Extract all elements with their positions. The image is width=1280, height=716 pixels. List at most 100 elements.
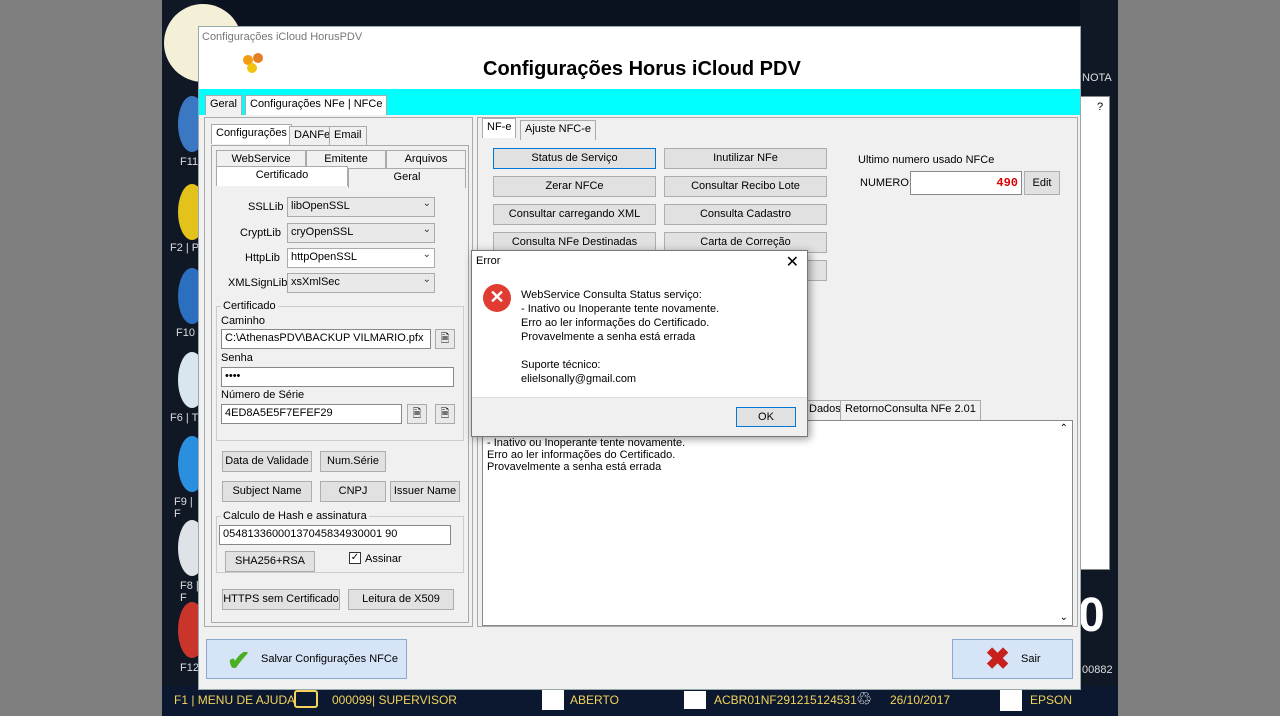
right-number: 00882 — [1082, 664, 1113, 676]
caixa-status: ABERTO — [570, 693, 619, 707]
right-list: ? — [1080, 96, 1110, 570]
printer-icon — [684, 691, 706, 709]
consultar-recibo-button[interactable]: Consultar Recibo Lote — [664, 176, 827, 197]
certificado-group-title: Certificado — [221, 300, 278, 312]
tab-retorno-consulta[interactable]: RetornoConsulta NFe 2.01 — [840, 400, 981, 420]
lookup-icon[interactable]: 🗎 — [407, 404, 427, 424]
dialog-message: WebService Consulta Status serviço: - In… — [521, 288, 719, 386]
certificado-group: Certificado Caminho C:\AthenasPDV\BACKUP… — [216, 300, 464, 441]
senha-field[interactable]: •••• — [221, 367, 454, 387]
xmlsignlib-select[interactable]: xsXmlSec ⌄ — [287, 273, 435, 293]
ssllib-select[interactable]: libOpenSSL ⌄ — [287, 197, 435, 217]
printer-status: EPSON — [1030, 693, 1073, 707]
left-panel: Configurações DANFe Email WebService Emi… — [204, 117, 473, 627]
user-status: 000099| SUPERVISOR — [332, 693, 457, 707]
cryptlib-value: cryOpenSSL — [291, 226, 354, 238]
num-serie-button[interactable]: Num.Série — [320, 451, 386, 472]
main-tab-bar: Geral Configurações NFe | NFCe — [199, 89, 1080, 115]
zerar-nfce-button[interactable]: Zerar NFCe — [493, 176, 656, 197]
status-bar: F1 | MENU DE AJUDA 000099| SUPERVISOR AB… — [162, 686, 1118, 716]
save-config-button[interactable]: ✔ Salvar Configurações NFCe — [206, 639, 407, 679]
caminho-label: Caminho — [221, 315, 266, 327]
dialog-line: WebService Consulta Status serviço: — [521, 289, 702, 301]
assinar-checkbox[interactable]: ✓ — [349, 552, 361, 564]
status-servico-button[interactable]: Status de Serviço — [493, 148, 656, 169]
https-sem-cert-button[interactable]: HTTPS sem Certificado — [222, 589, 340, 610]
tab-arquivos[interactable]: Arquivos — [386, 150, 466, 170]
dialog-title: Error — [476, 255, 501, 267]
window-title: Configurações iCloud HorusPDV — [199, 27, 1080, 49]
browse-file-icon[interactable]: 🗎 — [435, 329, 455, 349]
qr-icon — [1000, 689, 1022, 711]
cnpj-button[interactable]: CNPJ — [320, 481, 386, 502]
close-icon[interactable]: ✕ — [786, 252, 799, 272]
scroll-down-icon[interactable]: ⌄ — [1060, 612, 1068, 623]
inutilizar-nfe-button[interactable]: Inutilizar NFe — [664, 148, 827, 169]
tab-configuracoes[interactable]: Configurações — [211, 124, 292, 144]
recycle-icon: ♲ — [856, 689, 873, 709]
dialog-line: Erro ao ler informações do Certificado. — [521, 317, 710, 329]
tab-certificado[interactable]: Certificado — [216, 166, 348, 186]
help-q: ? — [1097, 101, 1104, 113]
consultar-xml-button[interactable]: Consultar carregando XML — [493, 204, 656, 225]
fkey-label: F12 — [180, 662, 199, 674]
numero-label: NUMERO: — [860, 177, 912, 189]
result-line: - Inativo ou Inoperante tente novamente. — [487, 437, 686, 449]
chevron-down-icon: ⌄ — [422, 274, 431, 285]
tab-ajuste-nfce[interactable]: Ajuste NFC-e — [520, 120, 597, 140]
cryptlib-select[interactable]: cryOpenSSL ⌄ — [287, 223, 435, 243]
nf-status: ACBR01NF291215124531 — [714, 693, 857, 707]
fkey-label: F6 | T — [170, 412, 199, 424]
serie-field[interactable]: 4ED8A5E5F7EFEF29 — [221, 404, 402, 424]
httplib-select[interactable]: httpOpenSSL ⌄ — [287, 248, 435, 268]
chevron-down-icon: ⌄ — [422, 224, 431, 235]
ssllib-value: libOpenSSL — [291, 200, 350, 212]
ssllib-label: SSLLib — [248, 201, 284, 213]
right-panel: NOTA ? 0 00882 — [1078, 0, 1118, 716]
dialog-line: Provavelmente a senha está errada — [521, 331, 696, 343]
edit-button[interactable]: Edit — [1024, 171, 1060, 195]
numero-field[interactable]: 490 — [910, 171, 1022, 195]
issuer-name-button[interactable]: Issuer Name — [390, 481, 460, 502]
tab-geral[interactable]: Geral — [205, 95, 242, 115]
dialog-footer: OK — [472, 397, 807, 436]
assinar-label: Assinar — [365, 553, 402, 565]
error-icon: ✕ — [483, 284, 511, 312]
consulta-cadastro-button[interactable]: Consulta Cadastro — [664, 204, 827, 225]
lookup-icon[interactable]: 🗎 — [435, 404, 455, 424]
close-x-icon: ✖ — [985, 643, 1011, 676]
data-validade-button[interactable]: Data de Validade — [222, 451, 312, 472]
xmlsignlib-label: XMLSignLib — [228, 277, 288, 289]
hash-group: Calculo de Hash e assinatura 05481336000… — [216, 510, 464, 573]
company-logo — [227, 53, 297, 83]
check-icon: ✔ — [227, 645, 251, 676]
tab-nfe[interactable]: NF-e — [482, 118, 517, 138]
ok-button[interactable]: OK — [736, 407, 796, 427]
fkey-label: F10 — [176, 327, 195, 339]
httplib-label: HttpLib — [245, 252, 280, 264]
leitura-x509-button[interactable]: Leitura de X509 — [348, 589, 454, 610]
exit-label: Sair — [1021, 653, 1041, 665]
serie-label: Número de Série — [221, 389, 305, 401]
tab-email[interactable]: Email — [329, 126, 367, 146]
subject-name-button[interactable]: Subject Name — [222, 481, 312, 502]
dialog-line: elielsonally@gmail.com — [521, 373, 637, 385]
help-status: F1 | MENU DE AJUDA — [174, 693, 296, 707]
hash-field[interactable]: 05481336000137045834930001 90 — [219, 525, 451, 545]
hash-group-title: Calculo de Hash e assinatura — [221, 510, 369, 522]
chevron-down-icon: ⌄ — [422, 249, 431, 260]
scroll-up-icon[interactable]: ⌃ — [1060, 423, 1068, 434]
save-config-label: Salvar Configurações NFCe — [261, 653, 398, 665]
result-textarea[interactable]: ERRO: WebService Consulta Status serviço… — [482, 420, 1073, 626]
big-digit: 0 — [1078, 589, 1105, 642]
tab-nfe-nfce[interactable]: Configurações NFe | NFCe — [245, 95, 388, 115]
ultimo-numero-label: Ultimo numero usado NFCe — [858, 154, 995, 166]
exit-button[interactable]: ✖ Sair — [952, 639, 1073, 679]
dialog-line: - Inativo ou Inoperante tente novamente. — [521, 303, 720, 315]
caminho-field[interactable]: C:\AthenasPDV\BACKUP VILMARIO.pfx — [221, 329, 431, 349]
sha256-button[interactable]: SHA256+RSA — [225, 551, 315, 572]
app-title: Configurações Horus iCloud PDV — [483, 58, 801, 80]
fkey-label: F2 | P — [170, 242, 200, 254]
tab-geral-sub[interactable]: Geral — [348, 168, 466, 188]
date-status: 26/10/2017 — [890, 693, 951, 707]
